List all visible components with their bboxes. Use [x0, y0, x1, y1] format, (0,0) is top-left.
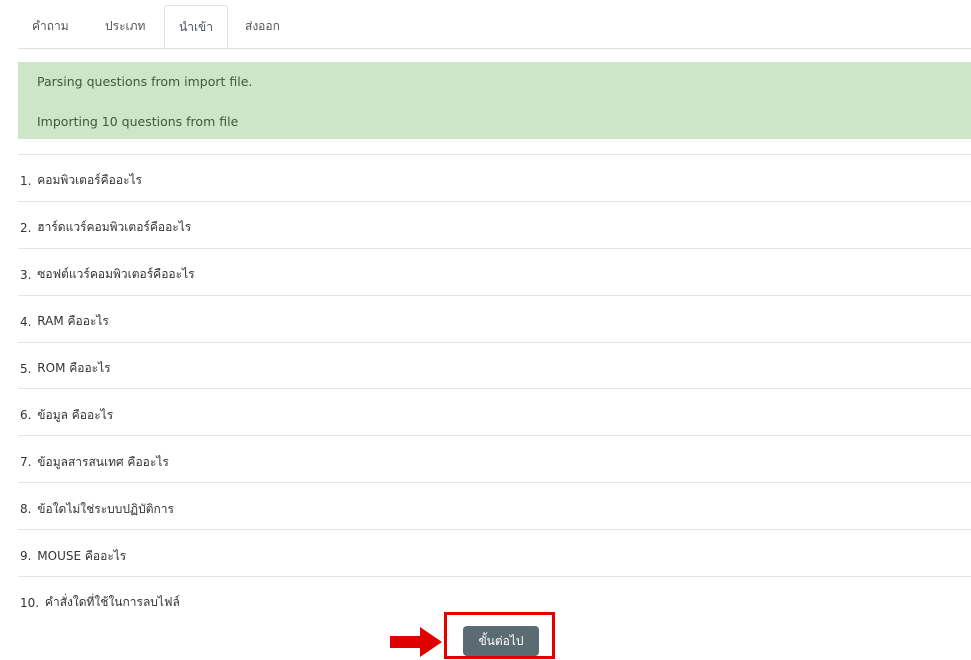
- question-list: 1. คอมพิวเตอร์คืออะไร 2. ฮาร์ดแวร์คอมพิว…: [18, 154, 971, 623]
- question-row: 2. ฮาร์ดแวร์คอมพิวเตอร์คืออะไร: [18, 200, 971, 248]
- question-text: ข้อมูล คืออะไร: [37, 407, 114, 422]
- question-number: 5.: [20, 361, 32, 376]
- question-text: ข้อใดไม่ใช่ระบบปฏิบัติการ: [37, 501, 174, 516]
- question-row: 6. ข้อมูล คืออะไร: [18, 388, 971, 435]
- question-number: 2.: [20, 220, 32, 235]
- question-text: ข้อมูลสารสนเทศ คืออะไร: [37, 454, 169, 469]
- question-number: 1.: [20, 173, 32, 188]
- question-text: ซอฟต์แวร์คอมพิวเตอร์คืออะไร: [37, 267, 195, 282]
- question-row: 3. ซอฟต์แวร์คอมพิวเตอร์คืออะไร: [18, 247, 971, 295]
- notice-parsing-text: Parsing questions from import file.: [37, 74, 253, 89]
- tab-export[interactable]: ส่งออก: [231, 5, 294, 47]
- question-number: 10.: [20, 595, 40, 610]
- tab-categories[interactable]: ประเภท: [91, 5, 159, 47]
- question-row: 1. คอมพิวเตอร์คืออะไร: [18, 154, 971, 201]
- question-number: 8.: [20, 502, 32, 517]
- import-notice: Parsing questions from import file. Impo…: [18, 62, 971, 139]
- question-number: 7.: [20, 455, 32, 470]
- question-row: 9. MOUSE คืออะไร: [18, 529, 971, 576]
- question-text: คำสั่งใดที่ใช้ในการลบไฟล์: [44, 595, 180, 610]
- tab-bar: คำถาม ประเภท นำเข้า ส่งออก: [18, 5, 971, 49]
- question-row: 7. ข้อมูลสารสนเทศ คืออะไร: [18, 435, 971, 482]
- tab-import[interactable]: นำเข้า: [164, 5, 228, 48]
- question-row: 5. ROM คืออะไร: [18, 341, 971, 389]
- question-row: 4. RAM คืออะไร: [18, 294, 971, 342]
- question-row: 8. ข้อใดไม่ใช่ระบบปฏิบัติการ: [18, 482, 971, 529]
- question-text: ROM คืออะไร: [37, 361, 111, 375]
- question-number: 6.: [20, 408, 32, 423]
- question-text: MOUSE คืออะไร: [37, 548, 127, 563]
- question-number: 9.: [20, 549, 32, 564]
- continue-button[interactable]: ขั้นต่อไป: [463, 626, 539, 656]
- notice-importing-text: Importing 10 questions from file: [37, 114, 239, 129]
- tab-questions[interactable]: คำถาม: [18, 5, 83, 47]
- question-number: 4.: [20, 314, 32, 329]
- arrow-right-icon: [390, 627, 442, 657]
- question-number: 3.: [20, 267, 32, 282]
- question-text: ฮาร์ดแวร์คอมพิวเตอร์คืออะไร: [37, 220, 192, 235]
- question-text: RAM คืออะไร: [37, 314, 109, 329]
- question-text: คอมพิวเตอร์คืออะไร: [37, 173, 142, 188]
